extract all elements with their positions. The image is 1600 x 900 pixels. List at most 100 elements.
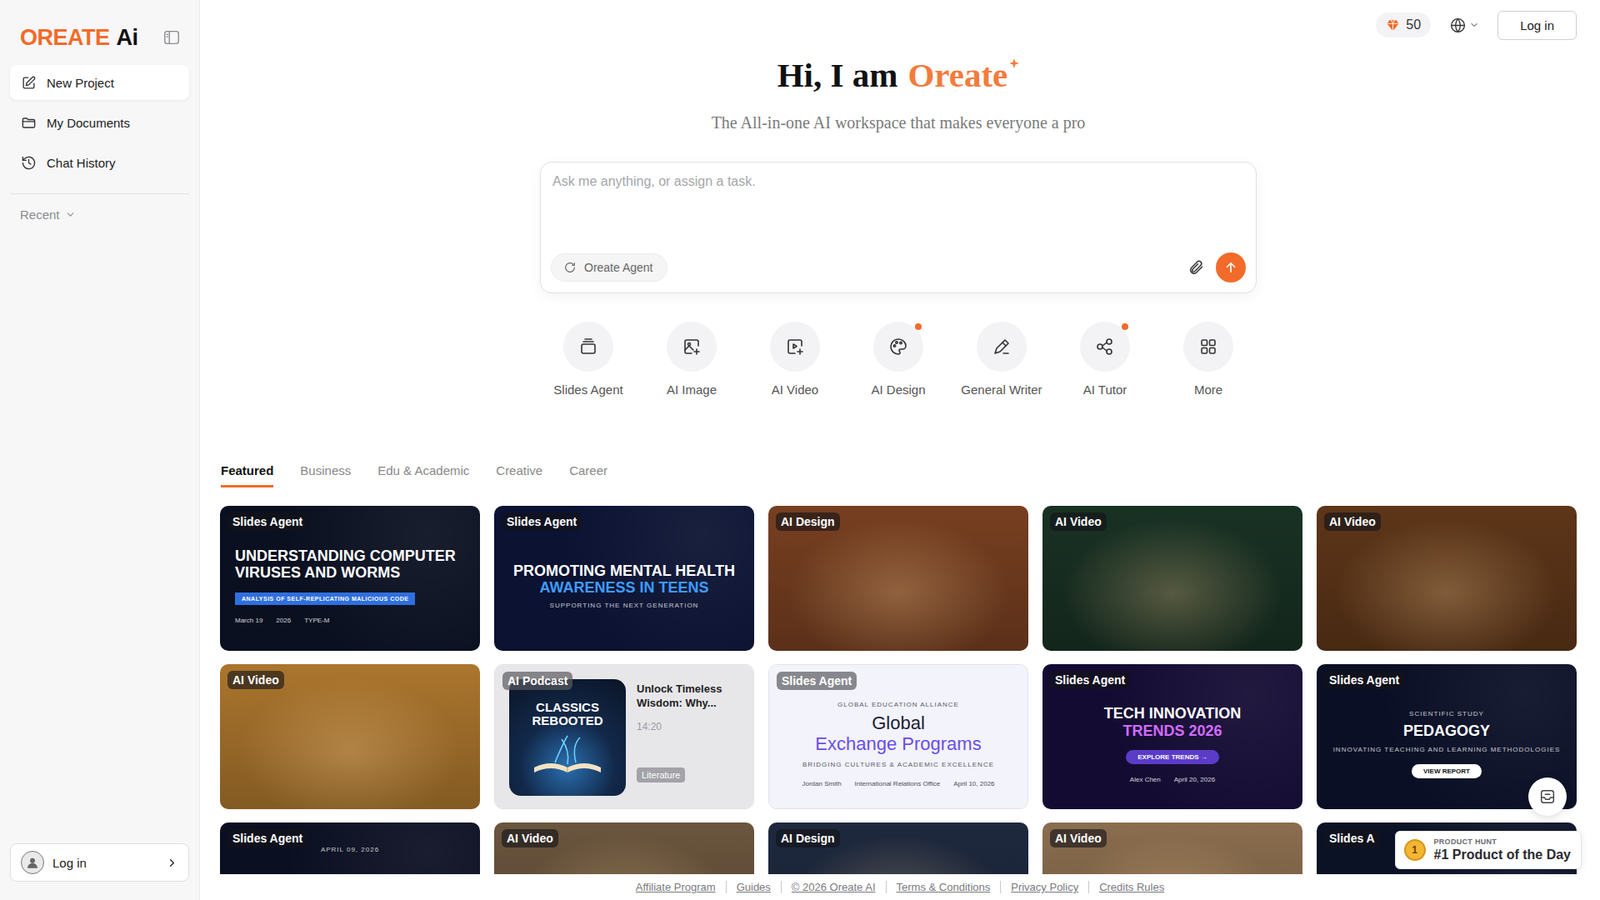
prompt-input[interactable] <box>550 172 1246 253</box>
topbar: 50 Log in <box>220 0 1577 50</box>
category-tab[interactable]: Creative <box>495 463 543 488</box>
slide-text: BRIDGING CULTURES & ACADEMIC EXCELLENCE <box>802 760 995 769</box>
tool-item[interactable]: General Writer <box>950 321 1054 397</box>
tool-button[interactable] <box>666 321 717 372</box>
tool-button[interactable] <box>873 321 924 372</box>
card-tag: Slides Agent <box>227 512 308 531</box>
greeting: Hi, I am <box>777 53 899 97</box>
slide-meta-row: March 192026TYPE-M <box>235 616 330 625</box>
feedback-button[interactable] <box>1528 777 1567 816</box>
send-button[interactable] <box>1215 252 1246 283</box>
sidebar-item[interactable]: New Project <box>10 65 190 100</box>
tool-label: AI Design <box>870 382 925 397</box>
recent-label: Recent <box>20 207 60 222</box>
podcast-info: Unlock Timeless Wisdom: Why...14:20Liter… <box>636 679 740 795</box>
template-card[interactable]: AI Video <box>220 664 480 810</box>
slide-meta: International Relations Office <box>855 780 941 788</box>
layers-icon <box>578 336 599 357</box>
template-card[interactable]: UNDERSTANDING COMPUTER VIRUSES AND WORMS… <box>220 505 480 651</box>
template-card[interactable]: AI Video <box>1042 822 1303 875</box>
footer-link[interactable]: Affiliate Program <box>625 880 726 894</box>
footer-link[interactable]: Terms & Conditions <box>885 880 1001 894</box>
category-tabs: Featured Business Edu & Academic Creative Ca… <box>220 463 1577 488</box>
palette-icon <box>888 336 909 357</box>
language-selector[interactable] <box>1442 16 1486 35</box>
slide-sub: BRIDGING CULTURES & ACADEMIC EXCELLENCE <box>802 760 995 769</box>
sidebar-login-label: Log in <box>52 855 158 870</box>
paperclip-icon[interactable] <box>1187 259 1205 276</box>
tool-item[interactable]: AI Video <box>743 321 847 397</box>
template-card[interactable]: AI Video <box>1316 505 1577 651</box>
footer-link[interactable]: Credits Rules <box>1088 880 1175 894</box>
credits-badge[interactable]: 50 <box>1375 12 1431 38</box>
login-button[interactable]: Log in <box>1497 10 1577 40</box>
new-dot <box>915 323 922 330</box>
tool-item[interactable]: AI Design <box>846 321 950 397</box>
template-card[interactable]: AI Video <box>494 822 755 875</box>
category-tab[interactable]: Career <box>569 463 608 488</box>
hero-title: Hi, I amOreate <box>777 53 1020 97</box>
slide-text: TRENDS 2026 <box>1122 722 1222 740</box>
template-card[interactable]: AI Video <box>1042 505 1303 651</box>
nodes-icon <box>1095 336 1115 357</box>
slide-text: EXPLORE TRENDS → <box>1125 750 1220 765</box>
footer-link[interactable]: Guides <box>725 880 781 894</box>
sidebar-login-button[interactable]: Log in <box>10 843 190 882</box>
category-tab[interactable]: Featured <box>220 463 274 488</box>
main: 50 Log in Hi, I amOreate The All-in-one AI … <box>200 0 1600 900</box>
slide-meta-row: Jordan Smith International Relations Offi… <box>801 780 995 788</box>
chevron-right-icon <box>165 856 179 870</box>
category-tab[interactable]: Business <box>300 463 351 488</box>
template-card[interactable]: CLASSICS REBOOTED Unlock Timeless Wisdom:… <box>494 664 755 810</box>
slide-meta: Jordan Smith <box>801 780 841 788</box>
card-tag: AI Podcast <box>502 671 573 690</box>
slide-title: TECH INNOVATION <box>1104 705 1241 722</box>
medal-icon: 1 <box>1404 839 1426 861</box>
sidebar: OREATEAi New Project My Documents Chat Hist… <box>0 0 200 900</box>
slide-eyebrow: SCIENTIFIC STUDY <box>1409 710 1485 718</box>
tool-label: Slides Agent <box>553 382 623 397</box>
composer: Oreate Agent <box>540 161 1257 294</box>
logo[interactable]: OREATEAi <box>20 25 139 51</box>
hero-subtitle: The All-in-one AI workspace that makes e… <box>711 111 1086 134</box>
card-tag: Slides A <box>1324 829 1380 848</box>
tool-button[interactable] <box>976 321 1027 372</box>
product-hunt-badge[interactable]: 1PRODUCT HUNT#1 Product of the Day <box>1395 830 1582 870</box>
tool-button[interactable] <box>563 321 614 372</box>
tool-item[interactable]: More <box>1156 321 1260 397</box>
template-card[interactable]: PROMOTING MENTAL HEALTHAWARENESS IN TEEN… <box>494 505 755 651</box>
agent-mode-button[interactable]: Oreate Agent <box>550 253 668 282</box>
slide-meta: April 10, 2026 <box>953 780 995 788</box>
sidebar-item-label: My Documents <box>46 115 130 130</box>
tool-label: AI Tutor <box>1083 382 1128 397</box>
footer: Affiliate ProgramGuides© 2026 Oreate AIT… <box>200 874 1600 900</box>
slide-text: SCIENTIFIC STUDY <box>1409 710 1485 718</box>
composer-bar: Oreate Agent <box>550 252 1246 283</box>
recent-toggle[interactable]: Recent <box>10 207 190 222</box>
slide-eyebrow: APRIL 09, 2026 <box>320 845 380 854</box>
template-card[interactable]: AI Design <box>768 505 1029 651</box>
sidebar-toggle-icon[interactable] <box>162 28 181 47</box>
template-card[interactable]: AI Design <box>768 822 1029 875</box>
card-tag: AI Video <box>1050 829 1107 848</box>
tool-label: AI Video <box>771 382 819 397</box>
folder-icon <box>20 115 37 131</box>
category-tab[interactable]: Edu & Academic <box>377 463 470 488</box>
slide-meta: March 19 <box>235 616 263 625</box>
tool-item[interactable]: AI Tutor <box>1053 321 1157 397</box>
sidebar-item[interactable]: My Documents <box>10 105 190 140</box>
slide-text: UNDERSTANDING COMPUTER VIRUSES AND WORMS <box>235 547 456 581</box>
sidebar-item[interactable]: Chat History <box>10 145 190 180</box>
template-card[interactable]: APRIL 09, 2026Slides Agent <box>220 822 480 875</box>
sidebar-item-label: New Project <box>46 75 115 90</box>
template-card[interactable]: GLOBAL EDUCATION ALLIANCEGlobalExchange … <box>768 664 1029 810</box>
tool-button[interactable] <box>1183 321 1234 372</box>
credits-count: 50 <box>1405 17 1421 33</box>
footer-link[interactable]: Privacy Policy <box>1000 880 1089 894</box>
tool-item[interactable]: Slides Agent <box>536 321 640 397</box>
podcast-cover-title: CLASSICS REBOOTED <box>525 700 610 728</box>
tool-button[interactable] <box>1080 321 1130 372</box>
tool-button[interactable] <box>770 321 820 372</box>
tool-item[interactable]: AI Image <box>640 321 744 397</box>
template-card[interactable]: TECH INNOVATIONTRENDS 2026 EXPLORE TRENDS… <box>1042 664 1303 810</box>
